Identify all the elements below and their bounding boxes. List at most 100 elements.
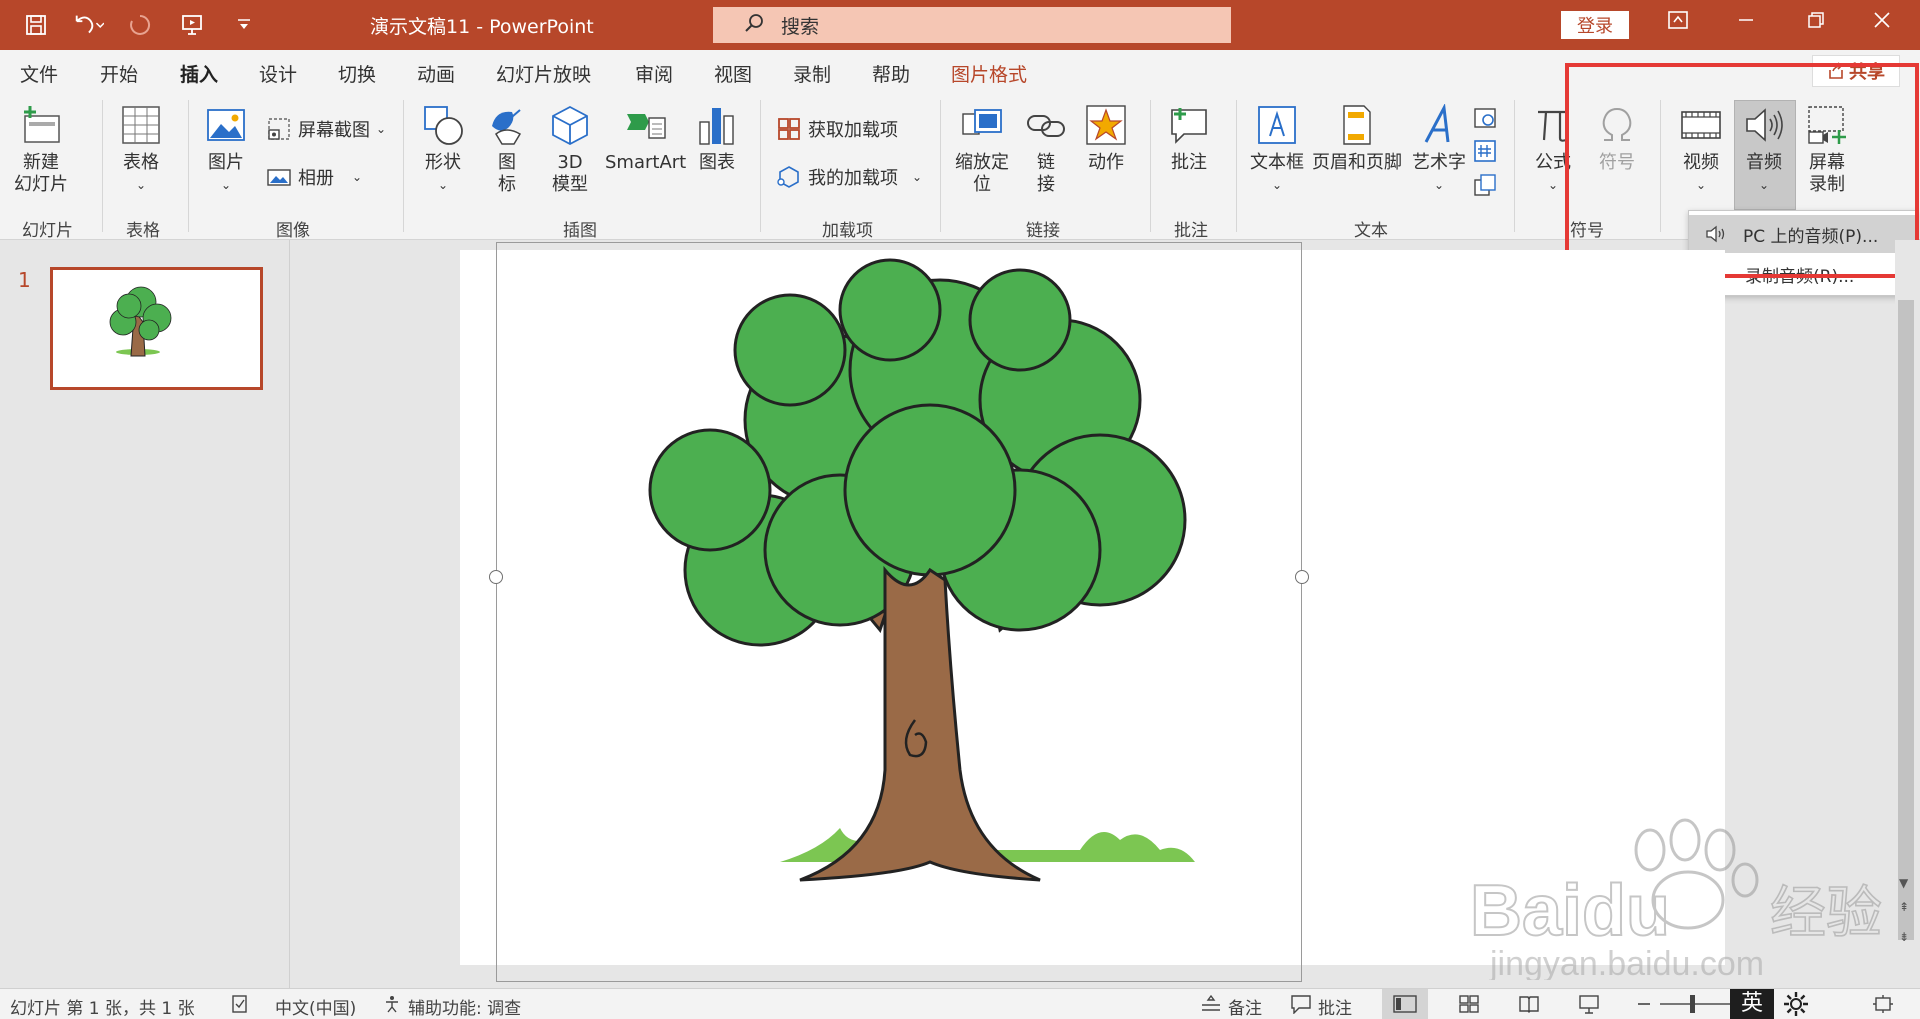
group-divider	[1150, 100, 1151, 232]
accessibility-icon[interactable]	[382, 994, 402, 1019]
group-divider	[760, 100, 761, 232]
header-footer-button[interactable]: 页眉和页脚	[1312, 104, 1402, 174]
tab-picture-format[interactable]: 图片格式	[951, 60, 1027, 87]
ime-settings-gear-icon[interactable]	[1782, 990, 1810, 1019]
search-icon	[743, 12, 765, 39]
chevron-down-icon: ⌄	[220, 178, 232, 192]
date-time-icon[interactable]	[1472, 104, 1498, 130]
addin-icon	[777, 166, 799, 188]
pictures-button[interactable]: 图片 ⌄	[205, 104, 247, 196]
group-divider	[188, 100, 189, 232]
vertical-scrollbar[interactable]: ▼ ⇞ ⇟	[1895, 240, 1920, 988]
previous-slide-icon[interactable]: ⇞	[1899, 900, 1909, 914]
zoom-slider-thumb[interactable]	[1690, 995, 1695, 1013]
redo-icon[interactable]	[124, 10, 156, 40]
group-label-addins: 加载项	[822, 221, 873, 241]
tab-help[interactable]: 帮助	[872, 60, 910, 87]
next-slide-icon[interactable]: ⇟	[1899, 930, 1909, 944]
scrollbar-thumb[interactable]	[1898, 300, 1914, 940]
reading-view-icon[interactable]	[1518, 994, 1540, 1019]
fit-to-window-icon[interactable]	[1872, 994, 1894, 1019]
resize-handle-left[interactable]	[489, 570, 503, 584]
scroll-down-arrow-icon[interactable]: ▼	[1899, 876, 1908, 890]
tab-view[interactable]: 视图	[714, 60, 752, 87]
resize-handle-right[interactable]	[1295, 570, 1309, 584]
slide-canvas[interactable]	[460, 250, 1725, 965]
slide-number-icon[interactable]	[1472, 138, 1498, 164]
tab-insert[interactable]: 插入	[180, 60, 219, 95]
accessibility-status[interactable]: 辅助功能: 调查	[408, 994, 521, 1019]
icons-button[interactable]: 图 标	[486, 104, 528, 196]
3d-models-button[interactable]: 3D 模型	[549, 104, 591, 196]
customize-qat-icon[interactable]	[228, 10, 260, 40]
action-button[interactable]: 动作	[1085, 104, 1127, 174]
ribbon-display-options-icon[interactable]	[1658, 10, 1698, 35]
group-label-tables: 表格	[126, 221, 160, 241]
object-icon[interactable]	[1472, 172, 1498, 198]
chevron-down-icon: ⌄	[1271, 178, 1283, 192]
textbox-button[interactable]: 文本框 ⌄	[1250, 104, 1304, 196]
comment-button[interactable]: 批注	[1168, 104, 1210, 174]
language-indicator[interactable]: 中文(中国)	[275, 994, 356, 1019]
shapes-button[interactable]: 形状 ⌄	[422, 104, 464, 196]
comments-icon[interactable]	[1290, 994, 1312, 1019]
wordart-button[interactable]: 艺术字 ⌄	[1412, 104, 1466, 196]
ime-indicator[interactable]: 英	[1730, 989, 1774, 1019]
slideshow-view-icon[interactable]	[1578, 994, 1600, 1019]
get-addins-button[interactable]: 获取加载项	[776, 116, 898, 142]
photo-album-button[interactable]: 相册 ⌄	[266, 164, 362, 190]
zoom-out-icon[interactable]	[1636, 994, 1652, 1019]
tab-animations[interactable]: 动画	[417, 60, 455, 87]
slide-thumbnail[interactable]	[50, 267, 263, 390]
title-bar: 演示文稿11 - PowerPoint 搜索 登录	[0, 0, 1920, 50]
notes-icon[interactable]	[1200, 994, 1222, 1019]
undo-icon[interactable]	[72, 10, 104, 40]
close-icon[interactable]	[1862, 10, 1902, 35]
new-slide-icon	[24, 106, 60, 143]
notes-button[interactable]: 备注	[1228, 994, 1262, 1019]
normal-view-button[interactable]	[1382, 989, 1428, 1019]
tree-image[interactable]	[460, 250, 1725, 965]
wordart-icon	[1424, 104, 1450, 143]
search-box[interactable]: 搜索	[713, 7, 1231, 43]
tab-transitions[interactable]: 切换	[338, 60, 376, 87]
group-divider	[403, 100, 404, 232]
present-from-beginning-icon[interactable]	[176, 10, 208, 40]
spell-check-icon[interactable]	[230, 994, 250, 1019]
tab-home[interactable]: 开始	[100, 60, 138, 87]
slide-number: 1	[18, 268, 31, 292]
chevron-down-icon: ⌄	[912, 170, 923, 184]
textbox-icon	[1258, 106, 1296, 144]
smartart-button[interactable]: SmartArt	[605, 104, 686, 174]
new-slide-button[interactable]: 新建 幻灯片	[14, 104, 68, 196]
annotation-highlight-box	[1565, 63, 1919, 278]
login-button[interactable]: 登录	[1561, 11, 1629, 39]
screenshot-button[interactable]: 屏幕截图 ⌄	[266, 116, 386, 142]
link-icon	[1027, 115, 1065, 137]
comment-icon	[1171, 108, 1207, 144]
chevron-down-icon: ⌄	[437, 178, 449, 192]
star-icon	[1086, 105, 1126, 145]
slide-thumbnail-pane: 1	[0, 240, 290, 988]
tree-thumbnail-image	[109, 286, 172, 357]
tab-review[interactable]: 审阅	[635, 60, 673, 87]
tab-design[interactable]: 设计	[259, 60, 297, 87]
table-icon	[122, 106, 160, 144]
my-addins-button[interactable]: 我的加载项 ⌄	[776, 164, 922, 190]
comments-button[interactable]: 批注	[1318, 994, 1352, 1019]
group-label-slides: 幻灯片	[22, 221, 73, 241]
minimize-icon[interactable]	[1726, 10, 1766, 35]
group-label-text: 文本	[1354, 221, 1388, 241]
tab-slideshow[interactable]: 幻灯片放映	[496, 60, 591, 87]
link-button[interactable]: 链 接	[1025, 104, 1067, 196]
smartart-icon	[626, 114, 666, 139]
tab-file[interactable]: 文件	[20, 60, 58, 87]
tab-record[interactable]: 录制	[793, 60, 831, 87]
zoom-button[interactable]: 缩放定 位	[955, 104, 1009, 196]
slide-sorter-icon[interactable]	[1458, 994, 1480, 1019]
chart-button[interactable]: 图表	[696, 104, 738, 174]
group-label-illustrations: 插图	[563, 221, 597, 241]
save-icon[interactable]	[20, 10, 52, 40]
restore-icon[interactable]	[1796, 10, 1836, 35]
table-button[interactable]: 表格 ⌄	[120, 104, 162, 196]
